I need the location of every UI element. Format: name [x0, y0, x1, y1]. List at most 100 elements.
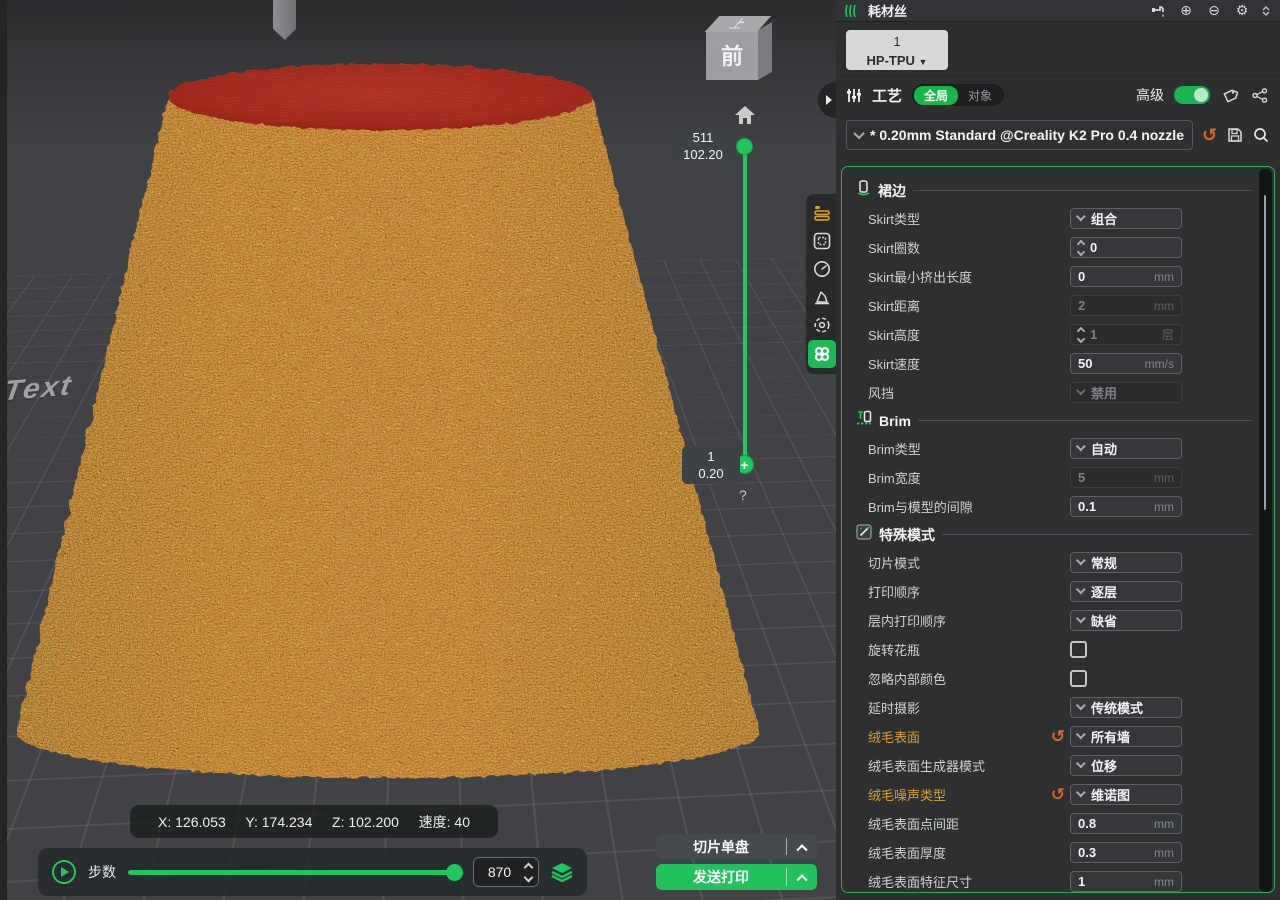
select-control[interactable]: 常规	[1070, 552, 1182, 573]
undo-icon[interactable]: ↺	[1051, 728, 1065, 745]
plate-icon[interactable]	[809, 228, 835, 254]
speed-gauge-icon[interactable]	[809, 256, 835, 282]
setting-label: 忽略内部颜色	[868, 669, 946, 688]
select-control[interactable]: 位移	[1070, 755, 1182, 776]
search-params-icon[interactable]	[1253, 127, 1270, 143]
step-number-stepper[interactable]: 870	[473, 857, 539, 887]
collapse-panel-icon[interactable]	[1260, 6, 1272, 16]
view-cube[interactable]: 上 前	[706, 16, 774, 82]
select-control[interactable]: 所有墙	[1070, 726, 1182, 747]
flush-icon[interactable]	[1148, 4, 1168, 18]
reset-preset-icon[interactable]: ↺	[1202, 126, 1217, 144]
select-control[interactable]: 维诺图	[1070, 784, 1182, 805]
section-divider	[942, 534, 1252, 535]
select-control[interactable]: 自动	[1070, 438, 1182, 459]
step-slider[interactable]	[128, 870, 461, 875]
setting-value: 禁用	[1091, 383, 1174, 402]
setting-label: 切片模式	[868, 553, 920, 572]
unit-label: mm	[1154, 817, 1174, 831]
setting-label: Skirt速度	[868, 354, 920, 373]
select-control[interactable]: 组合	[1070, 208, 1182, 229]
filament-coil-icon	[844, 4, 860, 18]
preset-tag-icon[interactable]	[1220, 88, 1240, 103]
setting-label: Skirt类型	[868, 209, 920, 228]
setting-label: 绒毛噪声类型	[868, 785, 946, 804]
help-hint[interactable]: ?	[739, 487, 747, 503]
scrollbar-thumb[interactable]	[1264, 195, 1266, 510]
home-view-icon[interactable]	[733, 103, 757, 127]
app-window: Text	[0, 0, 1280, 900]
scope-toggle[interactable]: 全局 对象	[912, 84, 1004, 106]
settings-scroll-area[interactable]: 裙边Skirt类型组合Skirt圈数0Skirt最小挤出长度0mmSkirt距离…	[841, 166, 1275, 893]
support-icon[interactable]	[809, 284, 835, 310]
save-preset-icon[interactable]	[1226, 127, 1243, 143]
scope-object-option[interactable]: 对象	[958, 86, 1002, 105]
select-control[interactable]: 逐层	[1070, 581, 1182, 602]
advanced-toggle[interactable]	[1174, 86, 1210, 104]
section-header[interactable]: 裙边	[856, 177, 1258, 204]
spinner-control: 1层	[1070, 324, 1182, 345]
process-tab-bar: 工艺 全局 对象 高级	[836, 76, 1280, 114]
viewport-left-edge	[0, 0, 7, 900]
chevron-down-icon: ▼	[919, 57, 928, 67]
chevron-down-icon	[1076, 211, 1086, 221]
section-divider	[918, 420, 1252, 421]
input-control[interactable]: 0mm	[1070, 266, 1182, 287]
layer-slider-track[interactable]	[743, 146, 747, 464]
unit-label: mm	[1154, 846, 1174, 860]
input-control: 5mm	[1070, 467, 1182, 488]
stepper-up-icon[interactable]	[524, 862, 534, 872]
checkbox[interactable]	[1070, 641, 1087, 658]
spinner-control[interactable]: 0	[1070, 237, 1182, 258]
checkbox[interactable]	[1070, 670, 1087, 687]
view-cube-front-face[interactable]: 前	[706, 30, 758, 80]
view-cube-right-face[interactable]	[758, 22, 772, 80]
preset-dropdown[interactable]: * 0.20mm Standard @Creality K2 Pro 0.4 n…	[846, 120, 1193, 150]
spinner-arrows-icon[interactable]	[1078, 241, 1084, 255]
setting-value: 0.1	[1078, 499, 1148, 514]
slice-button-label: 切片单盘	[656, 837, 786, 857]
input-control[interactable]: 50mm/s	[1070, 353, 1182, 374]
setting-label: Skirt高度	[868, 325, 920, 344]
setting-label: 绒毛表面厚度	[868, 843, 946, 862]
setting-label: 层内打印顺序	[868, 611, 946, 630]
add-filament-icon[interactable]: ⊕	[1176, 2, 1196, 19]
viewport-3d[interactable]: Text	[0, 0, 836, 900]
select-control[interactable]: 缺省	[1070, 610, 1182, 631]
setting-value: 2	[1078, 298, 1148, 313]
scope-global-option[interactable]: 全局	[914, 86, 958, 105]
line-type-icon[interactable]	[809, 200, 835, 226]
brim-icon	[856, 410, 872, 431]
layers-icon[interactable]	[551, 862, 573, 882]
scrollbar-track[interactable]	[1259, 169, 1272, 892]
filament-settings-icon[interactable]: ⚙	[1232, 2, 1252, 19]
filament-chip[interactable]: 1 HP-TPU ▼	[846, 30, 948, 70]
remove-filament-icon[interactable]: ⊖	[1204, 2, 1224, 19]
step-label: 步数	[88, 862, 116, 882]
input-control[interactable]: 1mm	[1070, 871, 1182, 892]
filament-header: 耗材丝 ⊕ ⊖ ⚙	[836, 0, 1280, 22]
undo-icon[interactable]: ↺	[1051, 786, 1065, 803]
stepper-down-icon[interactable]	[524, 872, 534, 882]
section-header[interactable]: 特殊模式	[856, 521, 1258, 548]
input-control[interactable]: 0.1mm	[1070, 496, 1182, 517]
share-nodes-icon[interactable]	[1250, 88, 1270, 103]
chevron-up-icon[interactable]	[787, 873, 817, 881]
play-icon[interactable]	[52, 860, 76, 884]
status-x: X: 126.053	[158, 814, 226, 830]
send-print-button[interactable]: 发送打印	[656, 864, 817, 890]
chevron-up-icon[interactable]	[787, 843, 817, 851]
slice-plate-button[interactable]: 切片单盘	[656, 834, 817, 859]
setting-label: 打印顺序	[868, 582, 920, 601]
input-control[interactable]: 0.8mm	[1070, 813, 1182, 834]
pattern-icon[interactable]	[808, 340, 836, 368]
select-control[interactable]: 传统模式	[1070, 697, 1182, 718]
input-control[interactable]: 0.3mm	[1070, 842, 1182, 863]
chevron-down-icon	[1076, 584, 1086, 594]
step-slider-handle[interactable]	[446, 864, 463, 881]
spinner-arrows-icon[interactable]	[1078, 328, 1084, 342]
seam-icon[interactable]	[809, 312, 835, 338]
section-header[interactable]: Brim	[856, 407, 1258, 434]
section-title: 裙边	[878, 181, 906, 201]
layer-slider-top-handle[interactable]	[736, 138, 753, 155]
